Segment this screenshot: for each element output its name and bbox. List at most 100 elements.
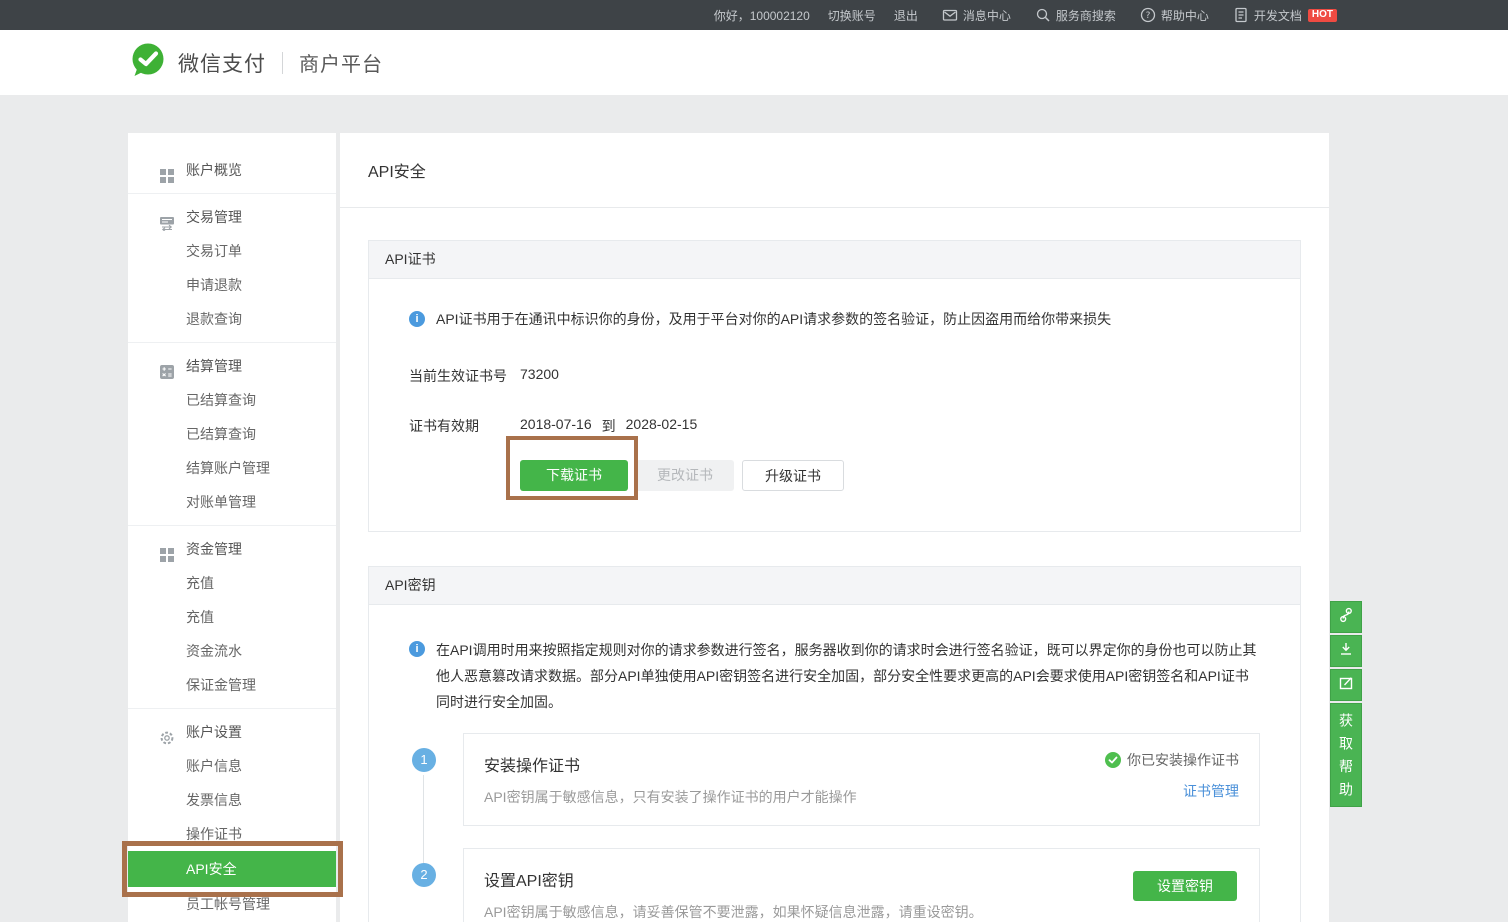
message-center-label: 消息中心 (963, 7, 1011, 24)
certificate-validity-row: 证书有效期 2018-07-16 到 2028-02-15 (409, 416, 1260, 436)
sidebar-label: 发票信息 (186, 792, 242, 808)
certificate-validity-label: 证书有效期 (409, 416, 520, 436)
search-icon (1035, 7, 1051, 23)
sidebar-label: 员工帐号管理 (186, 896, 270, 912)
sidebar-item-account-settings[interactable]: 账户设置 (128, 715, 336, 749)
sidebar-label: 账户信息 (186, 758, 242, 774)
sidebar-item-account-info[interactable]: 账户信息 (128, 749, 336, 783)
account-greeting: 你好，100002120 (714, 7, 810, 24)
sidebar-item-settlement-management[interactable]: 结算管理 (128, 349, 336, 383)
sidebar-label: 保证金管理 (186, 677, 256, 693)
sidebar-item-operation-certificate[interactable]: 操作证书 (128, 817, 336, 851)
document-icon (1233, 7, 1249, 23)
sidebar-label: 交易订单 (186, 243, 242, 259)
sidebar-item-funds-management[interactable]: 资金管理 (128, 532, 336, 566)
step-badge-column: 1 (409, 733, 463, 826)
upgrade-certificate-button[interactable]: 升级证书 (742, 460, 844, 491)
grid-icon (159, 541, 175, 557)
step-1-badge: 1 (412, 748, 436, 772)
step-2-badge: 2 (412, 863, 436, 887)
change-certificate-button[interactable]: 更改证书 (636, 460, 734, 491)
sidebar-label: 申请退款 (186, 277, 242, 293)
step-2-description: API密钥属于敏感信息，请妥善保管不要泄露，如果怀疑信息泄露，请重设密钥。 (484, 902, 1239, 922)
dev-docs-link[interactable]: 开发文档 HOT (1233, 7, 1337, 24)
gear-icon (159, 724, 175, 740)
certificate-info-text: API证书用于在通讯中标识你的身份，及用于平台对你的API请求参数的签名验证，防… (436, 311, 1111, 327)
page-background: 账户概览 交易管理 交易订单 申请退款 退款查询 结算管理 已结算查询 已结算 (0, 95, 1508, 922)
topbar: 你好，100002120 切换账号 退出 消息中心 服务商搜索 ? 帮助中心 开… (0, 0, 1508, 30)
sidebar-label: 已结算查询 (186, 392, 256, 408)
api-certificate-panel-title: API证书 (369, 241, 1300, 279)
info-icon: i (409, 311, 425, 327)
envelope-icon (942, 7, 958, 23)
help-center-link[interactable]: ? 帮助中心 (1140, 7, 1209, 24)
step-2-title: 设置API密钥 (484, 867, 1239, 891)
step-2-card: 设置API密钥 API密钥属于敏感信息，请妥善保管不要泄露，如果怀疑信息泄露，请… (463, 848, 1260, 922)
download-certificate-button[interactable]: 下载证书 (520, 460, 628, 491)
sidebar-label: 操作证书 (186, 826, 242, 842)
api-key-info-note: i 在API调用时用来按照指定规则对你的请求参数进行签名，服务器收到你的请求时会… (409, 637, 1260, 715)
sidebar-item-recharge-2[interactable]: 充值 (128, 600, 336, 634)
sidebar-label: 资金流水 (186, 643, 242, 659)
site-header: 微信支付 商户平台 (0, 30, 1508, 95)
certificate-management-link[interactable]: 证书管理 (1183, 781, 1239, 801)
wechat-check-icon (128, 40, 168, 85)
calculator-icon (159, 358, 175, 374)
api-key-steps: 1 安装操作证书 API密钥属于敏感信息，只有安装了操作证书的用户才能操作 (409, 733, 1260, 922)
sidebar-item-api-security[interactable]: API安全 (128, 851, 336, 887)
quick-link-button[interactable] (1330, 601, 1362, 633)
check-circle-icon (1105, 752, 1121, 768)
sidebar-label: 账户概览 (186, 162, 242, 178)
certificate-validity-word: 到 (602, 416, 616, 436)
certificate-buttons-row: 下载证书 更改证书 升级证书 (520, 460, 1260, 491)
step-badge-column: 2 (409, 848, 463, 922)
api-certificate-panel-body: i API证书用于在通讯中标识你的身份，及用于平台对你的API请求参数的签名验证… (369, 279, 1300, 531)
step-set-api-key: 2 设置API密钥 API密钥属于敏感信息，请妥善保管不要泄露，如果怀疑信息泄露… (409, 848, 1260, 922)
brand-divider (282, 52, 283, 74)
sidebar-section: 账户概览 (128, 147, 336, 194)
download-tool-button[interactable] (1330, 635, 1362, 667)
message-center-link[interactable]: 消息中心 (942, 7, 1011, 24)
svg-text:?: ? (1145, 11, 1150, 21)
transaction-icon (159, 209, 175, 225)
sidebar-label: 交易管理 (186, 209, 242, 225)
api-key-panel: API密钥 i 在API调用时用来按照指定规则对你的请求参数进行签名，服务器收到… (368, 566, 1301, 922)
page-title: API安全 (368, 158, 426, 182)
sidebar-item-transaction-orders[interactable]: 交易订单 (128, 234, 336, 268)
provider-search-link[interactable]: 服务商搜索 (1035, 7, 1116, 24)
sidebar-item-invoice-info[interactable]: 发票信息 (128, 783, 336, 817)
sidebar-item-transaction-management[interactable]: 交易管理 (128, 200, 336, 234)
brand-name: 微信支付 (178, 48, 266, 78)
edit-icon (1337, 674, 1355, 697)
sidebar-section: 资金管理 充值 充值 资金流水 保证金管理 (128, 526, 336, 709)
api-key-info-text: 在API调用时用来按照指定规则对你的请求参数进行签名，服务器收到你的请求时会进行… (436, 642, 1257, 710)
step-1-right: 你已安装操作证书 证书管理 (1105, 750, 1239, 801)
sidebar-label: 充值 (186, 575, 214, 591)
help-center-label: 帮助中心 (1161, 7, 1209, 24)
sidebar-item-settled-query[interactable]: 已结算查询 (128, 383, 336, 417)
portal-name: 商户平台 (299, 48, 383, 77)
sidebar-item-funds-flow[interactable]: 资金流水 (128, 634, 336, 668)
sidebar-label: API安全 (186, 861, 237, 877)
api-key-panel-body: i 在API调用时用来按照指定规则对你的请求参数进行签名，服务器收到你的请求时会… (369, 605, 1300, 922)
sidebar-item-apply-refund[interactable]: 申请退款 (128, 268, 336, 302)
sidebar-nav: 账户概览 交易管理 交易订单 申请退款 退款查询 结算管理 已结算查询 已结算 (128, 133, 336, 922)
sidebar-item-staff-account-management[interactable]: 员工帐号管理 (128, 887, 336, 921)
download-icon (1337, 640, 1355, 663)
sidebar-item-recharge[interactable]: 充值 (128, 566, 336, 600)
question-circle-icon: ? (1140, 7, 1156, 23)
sidebar-item-account-overview[interactable]: 账户概览 (128, 153, 336, 187)
logout-link[interactable]: 退出 (894, 7, 918, 24)
feedback-button[interactable] (1330, 669, 1362, 701)
sidebar-item-settlement-account-management[interactable]: 结算账户管理 (128, 451, 336, 485)
sidebar-label: 退款查询 (186, 311, 242, 327)
switch-account-link[interactable]: 切换账号 (828, 7, 876, 24)
sidebar-item-statement-management[interactable]: 对账单管理 (128, 485, 336, 519)
set-api-key-button[interactable]: 设置密钥 (1133, 871, 1237, 901)
sidebar-item-settled-query-2[interactable]: 已结算查询 (128, 417, 336, 451)
sidebar-item-refund-query[interactable]: 退款查询 (128, 302, 336, 336)
sidebar-label: 结算账户管理 (186, 460, 270, 476)
sidebar-label: 账户设置 (186, 724, 242, 740)
sidebar-item-deposit-management[interactable]: 保证金管理 (128, 668, 336, 702)
get-help-button[interactable]: 获取帮助 (1330, 703, 1362, 807)
